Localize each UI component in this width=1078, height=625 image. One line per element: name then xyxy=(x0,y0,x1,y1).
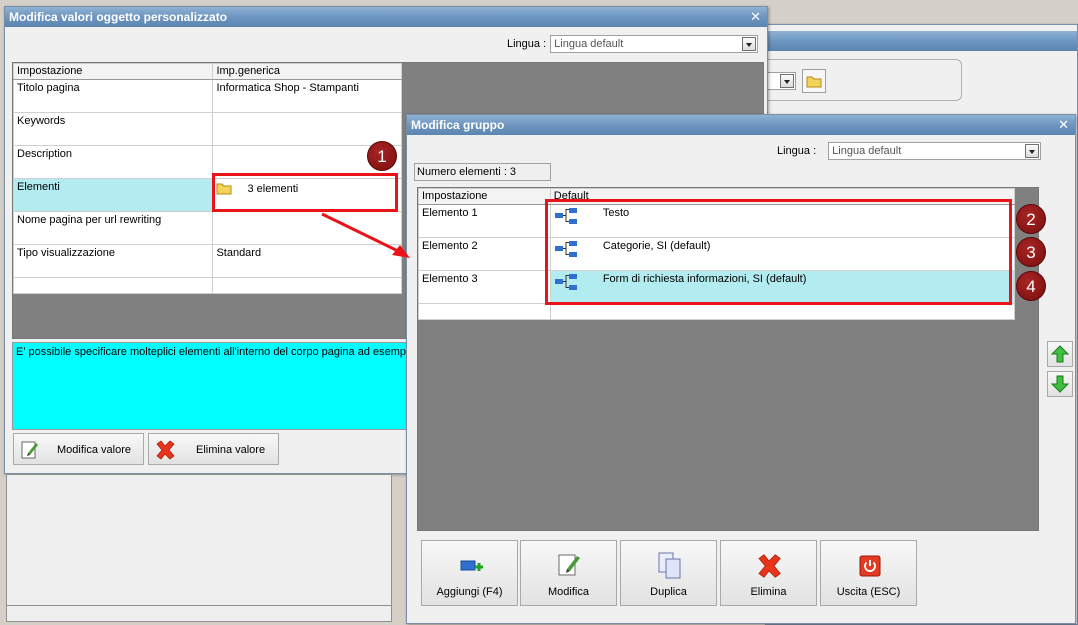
add-button[interactable]: Aggiungi (F4) xyxy=(421,540,518,606)
edit-group-titlebar: Modifica gruppo ✕ xyxy=(407,115,1075,135)
row-label: Elemento 3 xyxy=(418,270,551,304)
row-label: Description xyxy=(12,145,214,179)
duplicate-label: Duplica xyxy=(650,586,687,598)
panel-divider xyxy=(7,605,391,606)
row-label: Tipo visualizzazione xyxy=(12,244,214,278)
close-icon[interactable]: ✕ xyxy=(750,7,761,27)
column-header-generic[interactable]: Imp.generica xyxy=(212,63,402,80)
edit-label: Modifica xyxy=(548,586,589,598)
annotation-arrow xyxy=(321,212,410,258)
column-header-setting[interactable]: Impostazione xyxy=(12,63,214,80)
row-label xyxy=(12,277,214,294)
edit-icon xyxy=(20,439,40,464)
language-row: Lingua : Lingua default xyxy=(777,142,1042,160)
move-down-button[interactable] xyxy=(1047,371,1073,397)
delete-label: Elimina xyxy=(750,586,787,598)
folder-icon[interactable] xyxy=(802,69,826,93)
table-row-empty[interactable] xyxy=(418,303,1016,320)
language-select[interactable]: Lingua default xyxy=(550,35,759,53)
delete-icon xyxy=(153,438,177,465)
background-window-titlebar xyxy=(766,31,1077,51)
row-value[interactable]: Informatica Shop - Stampanti xyxy=(212,79,402,113)
exit-label: Uscita (ESC) xyxy=(836,586,901,598)
row-label xyxy=(418,303,551,320)
badge-3: 3 xyxy=(1016,237,1046,267)
chevron-down-icon[interactable] xyxy=(780,74,794,88)
custom-object-titlebar: Modifica valori oggetto personalizzato ✕ xyxy=(5,7,767,27)
window-title: Modifica gruppo xyxy=(411,118,505,132)
row-value[interactable] xyxy=(212,112,402,146)
row-label: Elemento 1 xyxy=(418,204,551,238)
element-count: Numero elementi : 3 xyxy=(414,163,551,181)
lower-panel xyxy=(6,474,392,622)
table-row[interactable]: Titolo pagina Informatica Shop - Stampan… xyxy=(12,79,402,113)
delete-value-label: Elimina valore xyxy=(196,444,266,456)
highlight-elements-list xyxy=(545,199,1012,305)
language-select-value: Lingua default xyxy=(554,38,624,50)
language-row: Lingua : Lingua default xyxy=(507,35,759,53)
edit-icon xyxy=(557,551,583,582)
highlight-elements-cell xyxy=(212,173,398,212)
row-label: Elemento 2 xyxy=(418,237,551,271)
edit-value-label: Modifica valore xyxy=(57,444,131,456)
badge-4: 4 xyxy=(1016,271,1046,301)
table-row[interactable]: Keywords xyxy=(12,112,402,146)
chevron-down-icon[interactable] xyxy=(1025,144,1040,158)
language-select-value: Lingua default xyxy=(832,145,902,157)
arrow-up-icon xyxy=(1050,344,1070,367)
exit-button[interactable]: Uscita (ESC) xyxy=(820,540,917,606)
chevron-down-icon[interactable] xyxy=(742,37,757,51)
add-label: Aggiungi (F4) xyxy=(436,586,503,598)
duplicate-button[interactable]: Duplica xyxy=(620,540,717,606)
column-header-setting[interactable]: Impostazione xyxy=(418,188,551,205)
edit-value-button[interactable]: Modifica valore xyxy=(13,433,144,465)
row-value[interactable] xyxy=(212,277,402,294)
edit-group-window: Modifica gruppo ✕ Lingua : Lingua defaul… xyxy=(406,114,1076,624)
badge-2: 2 xyxy=(1016,204,1046,234)
row-label: Keywords xyxy=(12,112,214,146)
row-value[interactable] xyxy=(549,303,1016,320)
language-select[interactable]: Lingua default xyxy=(828,142,1042,160)
language-label: Lingua : xyxy=(777,145,817,157)
window-title: Modifica valori oggetto personalizzato xyxy=(9,10,228,24)
delete-icon xyxy=(754,551,784,584)
row-label: Titolo pagina xyxy=(12,79,214,113)
duplicate-icon xyxy=(656,551,684,584)
table-row-empty[interactable] xyxy=(12,277,402,294)
arrow-down-icon xyxy=(1050,374,1070,397)
badge-1: 1 xyxy=(367,141,397,171)
language-label: Lingua : xyxy=(507,38,547,50)
delete-value-button[interactable]: Elimina valore xyxy=(148,433,279,465)
row-label: Nome pagina per url rewriting xyxy=(12,211,214,245)
move-up-button[interactable] xyxy=(1047,341,1073,367)
add-icon xyxy=(459,555,485,582)
delete-button[interactable]: Elimina xyxy=(720,540,817,606)
row-label: Elementi xyxy=(12,178,214,212)
close-icon[interactable]: ✕ xyxy=(1058,115,1069,135)
edit-button[interactable]: Modifica xyxy=(520,540,617,606)
background-combo[interactable] xyxy=(766,72,796,90)
power-icon xyxy=(859,555,881,580)
